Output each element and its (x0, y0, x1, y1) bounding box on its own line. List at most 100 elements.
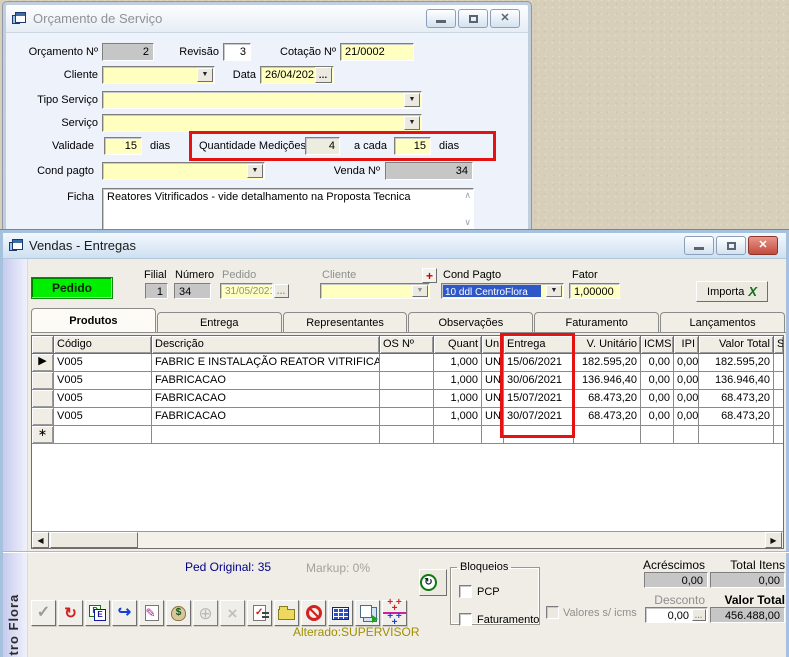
grid-cell[interactable]: 0,00 (674, 372, 699, 390)
doccheck-button[interactable] (247, 600, 272, 626)
desconto-picker-button[interactable]: … (692, 609, 706, 621)
minimize-button[interactable] (426, 9, 456, 28)
grid-cell[interactable] (774, 354, 784, 372)
table-button[interactable] (328, 600, 353, 626)
cond-pagto-combo[interactable]: 10 ddl CentroFlora ▼ (441, 283, 564, 299)
grid-cell[interactable]: FABRICACAO (152, 390, 380, 408)
money-button[interactable]: $ (166, 600, 191, 626)
grid-cell[interactable] (380, 354, 434, 372)
grid-header-cell[interactable]: V. Unitário (574, 336, 641, 354)
grid-cell[interactable] (774, 426, 784, 444)
table-row[interactable]: V005FABRICACAO1,000UN30/07/202168.473,20… (32, 408, 783, 426)
tipo-servico-combo[interactable]: SERVIÇOS PRESTADOS SP ▼ (102, 91, 422, 109)
grid-header-cell[interactable]: Descrição (152, 336, 380, 354)
add-client-button[interactable]: + (422, 268, 437, 283)
cliente-combo[interactable]: CENTRO FLORA ▼ (102, 66, 215, 84)
grid-cell[interactable]: V005 (54, 372, 152, 390)
grid-cell[interactable]: 68.473,20 (574, 408, 641, 426)
servico-combo[interactable]: V005 FABRICACAO ▼ (102, 114, 422, 132)
grid-header-cell[interactable]: OS Nº (380, 336, 434, 354)
grid-header-cell[interactable]: Código (54, 336, 152, 354)
grid-cell[interactable] (774, 372, 784, 390)
minimize-button[interactable] (684, 236, 714, 255)
grid-cell[interactable]: FABRICACAO (152, 372, 380, 390)
grid-cell[interactable]: 136.946,40 (699, 372, 774, 390)
ficha-textarea[interactable]: Reatores Vitrificados - vide detalhament… (102, 188, 474, 230)
chevron-down-icon[interactable]: ▼ (546, 285, 562, 297)
grid-cell[interactable] (152, 426, 380, 444)
grid-cell[interactable] (434, 426, 482, 444)
new-row[interactable]: ∗ (32, 426, 783, 444)
acada-field[interactable]: 15 (394, 137, 431, 155)
faturamento-checkbox[interactable] (459, 613, 472, 626)
grid-cell[interactable]: 182.595,20 (699, 354, 774, 372)
grid-cell[interactable]: 1,000 (434, 390, 482, 408)
scroll-down-icon[interactable]: ∨ (464, 217, 471, 228)
chevron-down-icon[interactable]: ▼ (404, 116, 420, 130)
grid-header-cell[interactable]: Quant (434, 336, 482, 354)
row-selector-cell[interactable] (32, 408, 54, 426)
horizontal-scrollbar[interactable]: ◀ ▶ (32, 531, 783, 548)
adjust-button[interactable] (382, 600, 407, 626)
chevron-down-icon[interactable]: ▼ (197, 68, 213, 82)
grid-cell[interactable]: V005 (54, 408, 152, 426)
tab-observações[interactable]: Observações (408, 312, 533, 332)
grid-cell[interactable] (674, 426, 699, 444)
validade-field[interactable]: 15 (104, 137, 142, 155)
products-grid[interactable]: CódigoDescriçãoOS NºQuantUnEntregaV. Uni… (31, 335, 784, 549)
grid-cell[interactable] (574, 426, 641, 444)
grid-cell[interactable] (641, 426, 674, 444)
grid-cell[interactable]: 1,000 (434, 408, 482, 426)
cotacao-field[interactable]: 21/0002 (340, 43, 414, 61)
recalculate-button[interactable]: ↻ (419, 569, 447, 596)
new-row-selector-cell[interactable]: ∗ (32, 426, 54, 444)
transfer-button[interactable] (85, 600, 110, 626)
grid-cell[interactable]: FABRIC E INSTALAÇÃO REATOR VITRIFICA (152, 354, 380, 372)
grid-cell[interactable]: 1,000 (434, 372, 482, 390)
tab-representantes[interactable]: Representantes (283, 312, 408, 332)
chevron-down-icon[interactable]: ▼ (404, 93, 420, 107)
revisao-field[interactable]: 3 (223, 43, 251, 61)
tab-lançamentos[interactable]: Lançamentos (660, 312, 785, 332)
grid-cell[interactable]: 0,00 (641, 372, 674, 390)
grid-header-cell[interactable]: ICMS (641, 336, 674, 354)
grid-cell[interactable]: 0,00 (641, 390, 674, 408)
scroll-left-icon[interactable]: ◀ (32, 532, 49, 548)
sales-window-titlebar[interactable]: Vendas - Entregas ✕ (3, 233, 786, 259)
grid-header-cell[interactable]: S (774, 336, 784, 354)
grid-cell[interactable]: 68.473,20 (699, 390, 774, 408)
row-selector-cell[interactable]: ▶ (32, 354, 54, 372)
scroll-up-icon[interactable]: ∧ (464, 190, 471, 201)
grid-cell[interactable]: 68.473,20 (574, 390, 641, 408)
grid-cell[interactable] (380, 372, 434, 390)
row-selector-cell[interactable] (32, 390, 54, 408)
grid-cell[interactable]: V005 (54, 390, 152, 408)
grid-cell[interactable]: 0,00 (674, 408, 699, 426)
grid-cell[interactable]: 1,000 (434, 354, 482, 372)
grid-cell[interactable]: 0,00 (641, 354, 674, 372)
import-excel-button[interactable]: ImportaX (696, 281, 768, 302)
confirm-button[interactable]: ✓ (31, 600, 56, 626)
scrollbar-thumb[interactable] (50, 532, 138, 548)
grid-cell[interactable] (380, 426, 434, 444)
row-selector-cell[interactable] (32, 372, 54, 390)
grid-cell[interactable]: 0,00 (674, 354, 699, 372)
grid-cell[interactable] (380, 390, 434, 408)
undo-button[interactable]: ↪ (112, 600, 137, 626)
tab-produtos[interactable]: Produtos (31, 308, 156, 332)
grid-cell[interactable]: 182.595,20 (574, 354, 641, 372)
grid-header-cell[interactable]: IPI (674, 336, 699, 354)
maximize-button[interactable] (716, 236, 746, 255)
grid-cell[interactable]: 68.473,20 (699, 408, 774, 426)
folder-button[interactable] (274, 600, 299, 626)
medicoes-field[interactable]: 4 (305, 137, 340, 155)
table-row[interactable]: V005FABRICACAO1,000UN15/07/202168.473,20… (32, 390, 783, 408)
grid-cell[interactable] (380, 408, 434, 426)
table-row[interactable]: V005FABRICACAO1,000UN30/06/2021136.946,4… (32, 372, 783, 390)
tab-faturamento[interactable]: Faturamento (534, 312, 659, 332)
grid-cell[interactable]: 0,00 (641, 408, 674, 426)
grid-cell[interactable]: FABRICACAO (152, 408, 380, 426)
cancel-button[interactable] (301, 600, 326, 626)
refresh-button[interactable]: ↻ (58, 600, 83, 626)
close-button[interactable]: ✕ (748, 236, 778, 255)
